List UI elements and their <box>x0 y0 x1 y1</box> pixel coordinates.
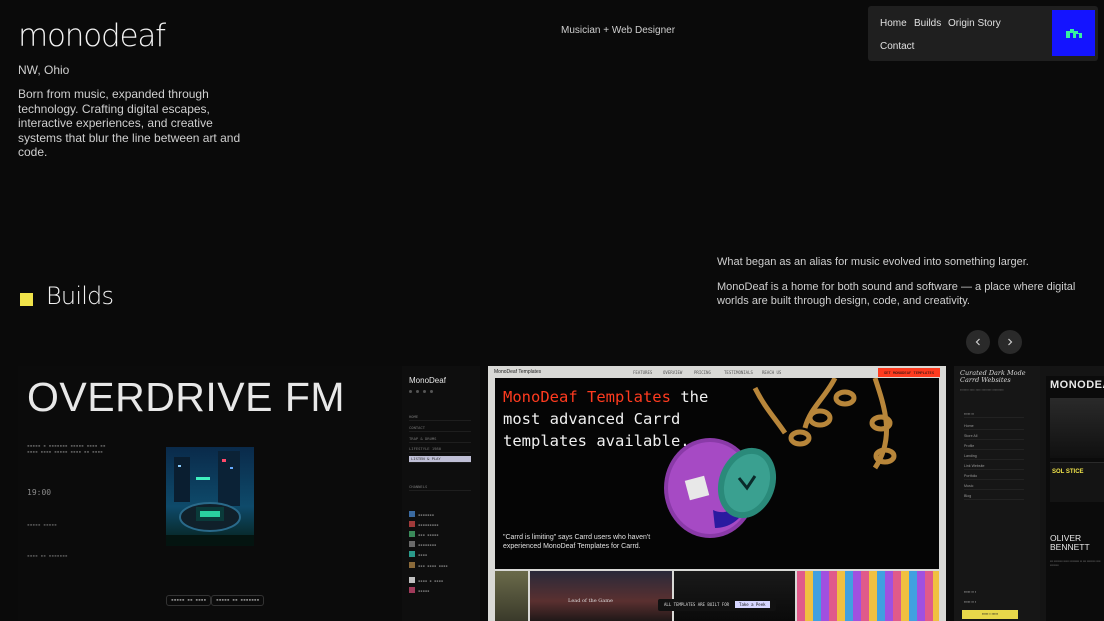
templates-hero: MonoDeaf Templates the most advanced Car… <box>495 378 939 569</box>
overdrive-track[interactable]: ▪▪▪▪▪▪▪ <box>409 511 471 517</box>
overdrive-sidebar-item[interactable]: TRAP & DRUMS <box>409 436 471 443</box>
overdrive-track[interactable]: ▪▪▪ ▪▪▪▪ ▪▪▪▪ <box>409 562 471 568</box>
curated-filter-item[interactable]: Home <box>964 424 1024 430</box>
templates-headline-accent: MonoDeaf Templates <box>503 388 671 406</box>
templates-nav-link[interactable]: OVERVIEW <box>663 370 682 375</box>
overdrive-sidebar-item[interactable]: LIFESTYLE 1980 <box>409 446 471 453</box>
templates-quote: "Carrd is limiting" says Carrd users who… <box>503 534 651 550</box>
curated-option[interactable]: ▪▪▪▪▪ ▪▪ ▪ <box>964 590 976 594</box>
curated-preview-title: MONODEAF <box>1050 379 1104 391</box>
overdrive-track[interactable]: ▪▪▪▪ ▪ ▪▪▪▪ <box>409 577 471 583</box>
curated-filter-item[interactable]: Store All <box>964 434 1024 440</box>
templates-info-bar: ALL TEMPLATES ARE BUILT FOR Take a Peek <box>658 599 776 611</box>
overdrive-sidebar-item[interactable]: HOME <box>409 414 471 421</box>
curated-preview-column: MONODEAF SOL STICE OLIVER BENNETT ▪▪▪ ▪▪… <box>1046 376 1104 621</box>
overdrive-social-icons <box>409 390 433 393</box>
build-card-curated-carrd[interactable]: Curated Dark Mode Carrd Websites ▪▪▪▪▪▪▪… <box>954 366 1104 621</box>
carousel-next-button[interactable] <box>998 330 1022 354</box>
templates-nav-link[interactable]: REACH US <box>762 370 781 375</box>
nav-panel: Home Builds Origin Story Contact <box>868 6 1098 61</box>
overdrive-track[interactable]: ▪▪▪▪▪ <box>409 587 471 593</box>
overdrive-stat: ▪▪▪▪▪ ▪▪▪▪▪ <box>27 523 57 528</box>
overdrive-button[interactable]: ▪▪▪▪▪ ▪▪ ▪▪▪▪▪▪▪ <box>211 595 265 606</box>
overdrive-sidebar-title: MonoDeaf <box>409 376 446 385</box>
take-a-peek-button[interactable]: Take a Peek <box>735 601 770 608</box>
nav-link-home[interactable]: Home <box>880 18 907 29</box>
templates-headline: MonoDeaf Templates the most advanced Car… <box>503 386 733 452</box>
templates-nav-link[interactable]: TESTIMONIALS <box>724 370 753 375</box>
overdrive-button[interactable]: ▪▪▪▪▪ ▪▪ ▪▪▪▪ <box>166 595 212 606</box>
template-thumbnail[interactable] <box>674 571 795 621</box>
tagline-text: Musician + Web Designer <box>561 25 676 36</box>
template-thumbnail[interactable] <box>495 571 528 621</box>
chevron-right-icon <box>1008 338 1013 346</box>
builds-heading: Builds <box>46 282 114 310</box>
bio-text: Born from music, expanded through techno… <box>18 87 241 159</box>
site-logo[interactable]: monodeaf <box>18 18 166 54</box>
overdrive-stat: ▪▪▪▪ ▪▪ ▪▪▪▪▪▪▪ <box>27 554 68 559</box>
templates-thumbnails <box>495 571 939 621</box>
overdrive-meta-text: ▪▪▪▪▪ ▪ ▪▪▪▪▪▪▪ ▪▪▪▪▪ ▪▪▪▪ ▪▪ ▪▪▪▪ ▪▪▪▪ … <box>27 444 106 455</box>
curated-submit-button[interactable]: ▪▪▪▪▪ ▪ ▪▪▪▪▪ <box>962 610 1018 619</box>
template-thumbnail[interactable] <box>796 571 939 621</box>
overdrive-track[interactable]: ▪▪▪▪▪▪▪▪▪ <box>409 521 471 527</box>
overdrive-time: 19:00 <box>27 488 52 497</box>
nav-link-contact[interactable]: Contact <box>880 41 914 52</box>
templates-nav-link[interactable]: FEATURES <box>633 370 652 375</box>
overdrive-sidebar-item[interactable]: CHANNELS <box>409 484 471 491</box>
overdrive-track[interactable]: ▪▪▪▪ <box>409 551 471 557</box>
curated-filter-item[interactable]: Music <box>964 484 1024 490</box>
carousel-prev-button[interactable] <box>966 330 990 354</box>
nav-link-origin-story[interactable]: Origin Story <box>948 18 1001 29</box>
overdrive-city-image <box>166 447 254 546</box>
location-text: NW, Ohio <box>18 63 70 77</box>
builds-accent-square <box>20 293 33 306</box>
overdrive-title: OVERDRIVE FM <box>27 374 346 420</box>
about-intro-text: What began as an alias for music evolved… <box>717 256 1029 268</box>
curated-preview-image[interactable] <box>1050 462 1104 502</box>
curated-option[interactable]: ▪▪▪▪▪ ▪▪ ▪ <box>964 600 976 604</box>
curated-filter-item[interactable]: ▪▪▪▪▪ ▪▪ <box>964 412 1024 418</box>
overdrive-sidebar-item[interactable]: LISTEN & PLAY <box>409 456 471 463</box>
brand-mark-icon[interactable] <box>1052 10 1095 56</box>
templates-info-text: ALL TEMPLATES ARE BUILT FOR <box>664 602 730 607</box>
overdrive-sidebar-item[interactable]: CONTACT <box>409 425 471 432</box>
curated-sidebar: Curated Dark Mode Carrd Websites ▪▪▪▪▪▪▪… <box>954 366 1040 621</box>
about-body-text: MonoDeaf is a home for both sound and so… <box>717 281 1076 307</box>
curated-oliver-text: OLIVER BENNETT <box>1050 533 1090 552</box>
nav-link-builds[interactable]: Builds <box>914 18 941 29</box>
curated-filter-item[interactable]: Portfolio <box>964 474 1024 480</box>
curated-title: Curated Dark Mode Carrd Websites <box>960 369 1026 384</box>
templates-topbar: MonoDeaf Templates FEATURES OVERVIEW PRI… <box>488 366 946 378</box>
overdrive-track[interactable]: ▪▪▪▪▪▪▪▪ <box>409 541 471 547</box>
chevron-left-icon <box>975 338 980 346</box>
curated-filter-item[interactable]: Blog <box>964 494 1024 500</box>
curated-subtitle: ▪▪▪▪▪▪▪ ▪▪▪▪ ▪▪▪▪ ▪▪▪▪▪▪▪▪ ▪▪▪▪▪▪▪▪▪ <box>960 388 1004 392</box>
template-thumbnail[interactable] <box>529 571 673 621</box>
templates-nav-link[interactable]: PRICING <box>694 370 711 375</box>
curated-preview-image[interactable] <box>1050 398 1104 458</box>
template-thumbnail-caption: Lead of the Game <box>568 598 613 604</box>
curated-filter-item[interactable]: Landing <box>964 454 1024 460</box>
templates-cta-button[interactable]: GET MONODEAF TEMPLATES <box>878 368 940 377</box>
build-card-overdrive-fm[interactable]: OVERDRIVE FM ▪▪▪▪▪ ▪ ▪▪▪▪▪▪▪ ▪▪▪▪▪ ▪▪▪▪ … <box>18 366 480 621</box>
curated-filter-item[interactable]: Link Website <box>964 464 1024 470</box>
overdrive-track[interactable]: ▪▪▪ ▪▪▪▪▪ <box>409 531 471 537</box>
overdrive-sidebar: MonoDeaf HOME CONTACT TRAP & DRUMS LIFES… <box>402 366 480 621</box>
build-card-monodeaf-templates[interactable]: MonoDeaf Templates FEATURES OVERVIEW PRI… <box>488 366 946 621</box>
curated-solstice-text: SOL STICE <box>1052 469 1084 475</box>
curated-filter-item[interactable]: Profile <box>964 444 1024 450</box>
templates-brand[interactable]: MonoDeaf Templates <box>494 369 541 375</box>
curated-preview-lines: ▪▪▪ ▪▪▪▪▪▪▪▪ ▪▪▪▪▪ ▪▪▪▪▪▪▪▪▪ ▪▪ ▪▪▪ ▪▪▪▪… <box>1050 559 1101 567</box>
